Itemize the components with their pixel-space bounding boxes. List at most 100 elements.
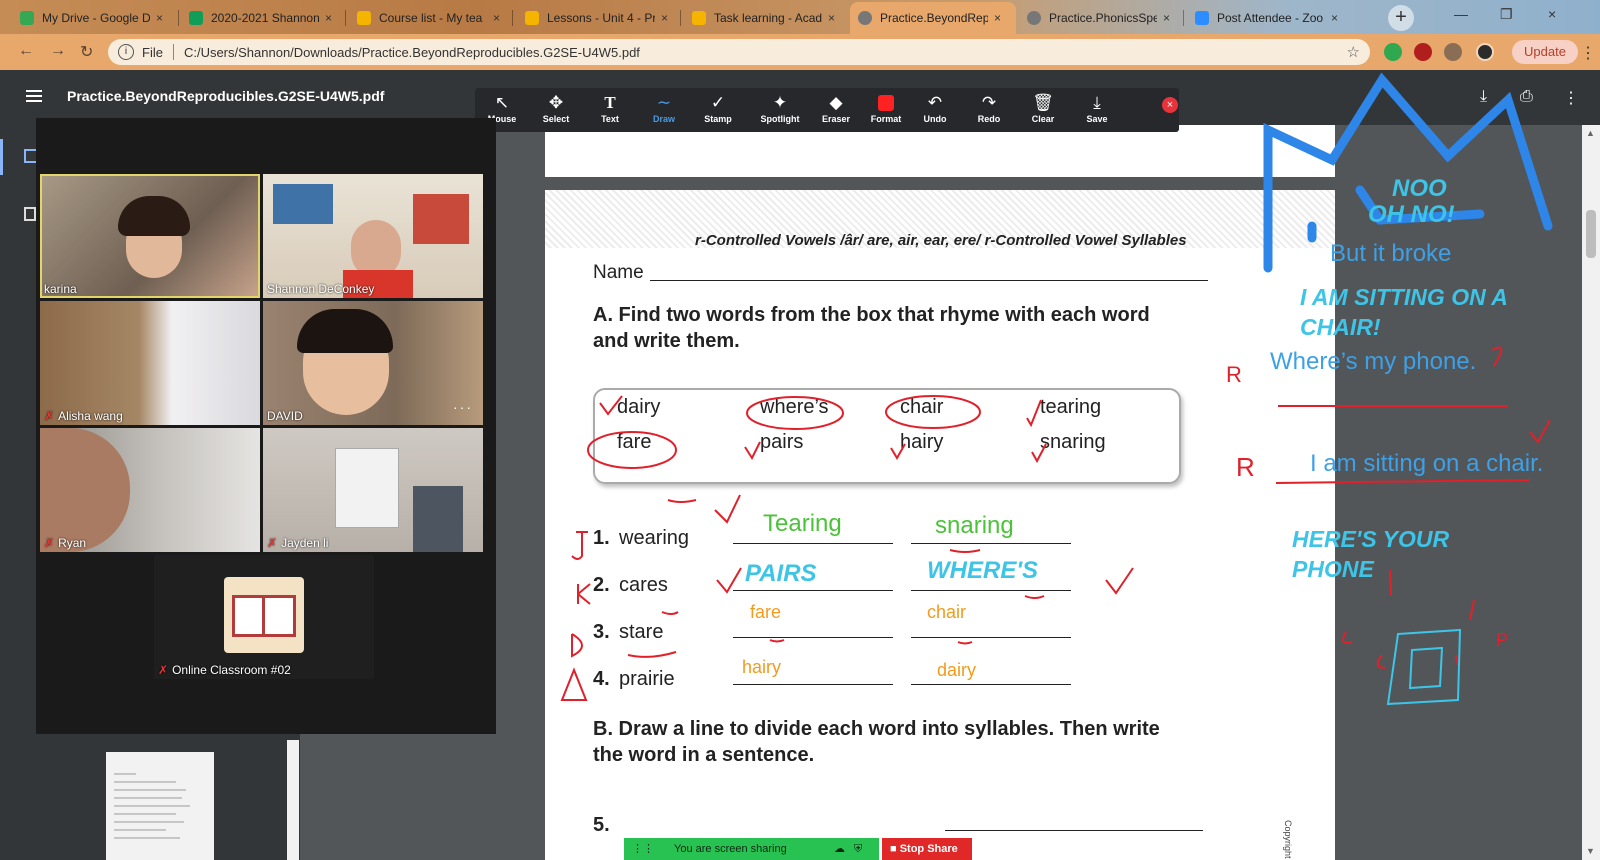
tool-redo[interactable]: ↷ Redo (962, 92, 1016, 124)
note-noo: NOO (1392, 175, 1447, 202)
pdf-scrollbar-thumb[interactable] (1586, 210, 1596, 258)
doodle-mark (1376, 654, 1387, 669)
participant-name: ✗ Online Classroom #02 (158, 663, 291, 677)
text-icon: T (604, 93, 616, 112)
muted-mic-icon: ✗ (267, 536, 278, 550)
zoom-annotate-toolbar: ↖ Mouse ✥ Select T Text ∼ Draw ✓ Stamp ✦… (475, 88, 1179, 132)
more-options-icon[interactable]: ··· (453, 399, 473, 415)
participant-hair (297, 309, 393, 353)
initial-mark (577, 583, 591, 605)
tool-label: Eraser (821, 114, 851, 124)
note-sitting-caps: I AM SITTING ON A CHAIR! (1300, 284, 1507, 340)
tool-label: Select (542, 114, 570, 124)
muted-mic-icon: ✗ (158, 663, 169, 677)
sharing-status-text: You are screen sharing (674, 843, 787, 855)
eraser-icon: ◆ (829, 93, 843, 112)
tool-label: Clear (1031, 114, 1055, 124)
check-mark (716, 567, 742, 594)
phone-drawing (1408, 646, 1444, 690)
check-mark (714, 494, 741, 524)
circle-mark (746, 396, 844, 430)
stop-share-label: Stop Share (899, 843, 958, 855)
note-oh-no: OH NO! (1368, 201, 1455, 228)
question-mark (1491, 346, 1503, 367)
close-annotate-icon[interactable]: × (1162, 97, 1178, 113)
scroll-down-icon[interactable]: ▼ (1586, 846, 1595, 856)
tool-text[interactable]: T Text (583, 92, 637, 124)
doodle-mark (1455, 654, 1459, 667)
tool-select[interactable]: ✥ Select (529, 92, 583, 124)
participant-name: ✗ Jayden li (267, 536, 329, 550)
circle-mark (587, 431, 677, 469)
stop-share-button[interactable]: ■ Stop Share (882, 838, 972, 860)
video-tile-karina[interactable]: karina (40, 174, 260, 298)
participant-name: Shannon DeConkey (267, 282, 375, 296)
doodle-mark (1342, 631, 1353, 644)
mouse-pointer-icon: ↖ (494, 93, 510, 112)
tool-undo[interactable]: ↶ Undo (908, 92, 962, 124)
cloud-icon: ☁ (834, 843, 845, 855)
note-broke: But it broke (1330, 240, 1452, 267)
checkmark-icon: ✓ (710, 93, 726, 112)
wall-poster (413, 194, 469, 244)
tool-save[interactable]: ⤓ Save (1070, 92, 1124, 124)
color-swatch-icon (878, 95, 894, 111)
check-mark (744, 441, 761, 461)
sharing-status[interactable]: ⋮⋮ You are screen sharing ☁ ⛨ (624, 838, 879, 860)
underline-mark (1024, 595, 1045, 599)
trash-icon: 🗑 (1032, 93, 1054, 112)
video-tile-online-classroom[interactable]: ✗ Online Classroom #02 (154, 555, 374, 679)
doodle-mark (1469, 599, 1475, 621)
book-icon (224, 577, 304, 653)
participant-hair (118, 196, 190, 236)
tool-label: Text (601, 114, 619, 124)
tool-draw[interactable]: ∼ Draw (637, 92, 691, 124)
initial-mark (560, 667, 588, 701)
tool-label: Draw (652, 114, 675, 124)
underline-mark (667, 499, 697, 503)
check-mark (890, 443, 906, 460)
spotlight-wand-icon: ✦ (772, 93, 788, 112)
initial-mark (571, 531, 588, 560)
check-mark (1529, 419, 1551, 444)
video-tile-alisha[interactable]: ✗ Alisha wang (40, 301, 260, 425)
clothes-rack (413, 486, 463, 552)
move-icon: ✥ (548, 93, 564, 112)
note-r-mark: R (1236, 452, 1255, 482)
note-p-mark: P (1496, 630, 1509, 650)
save-download-icon: ⤓ (1093, 93, 1101, 112)
tool-eraser[interactable]: ◆ Eraser (809, 92, 863, 124)
participant-face (40, 428, 130, 552)
underline-mark (769, 639, 785, 643)
video-tile-shannon[interactable]: Shannon DeConkey (263, 174, 483, 298)
redo-icon: ↷ (981, 93, 997, 112)
note-phone-question: Where’s my phone. (1270, 348, 1477, 375)
tool-spotlight[interactable]: ✦ Spotlight (749, 92, 811, 124)
note-sitting: I am sitting on a chair. (1310, 450, 1544, 477)
drag-handle-icon[interactable]: ⋮⋮ (632, 838, 654, 860)
participant-name: ✗ Alisha wang (44, 409, 123, 423)
video-tile-david[interactable]: DAVID ··· (263, 301, 483, 425)
video-tile-jayden[interactable]: ✗ Jayden li (263, 428, 483, 552)
tool-label: Redo (977, 114, 1001, 124)
tool-label: Save (1086, 114, 1108, 124)
note-here-phone: HERE'S YOUR PHONE (1292, 526, 1450, 582)
circle-mark (885, 395, 981, 429)
video-tile-ryan[interactable]: ✗ Ryan (40, 428, 260, 552)
scroll-up-icon[interactable]: ▲ (1586, 128, 1595, 138)
tool-label: Format (870, 114, 902, 124)
tool-clear[interactable]: 🗑 Clear (1016, 92, 1070, 124)
check-mark (1031, 443, 1047, 464)
draw-squiggle-icon: ∼ (656, 93, 672, 112)
tool-label: Undo (923, 114, 947, 124)
dresser (335, 448, 399, 528)
check-mark (1105, 567, 1134, 595)
muted-mic-icon: ✗ (44, 536, 55, 550)
muted-mic-icon: ✗ (44, 409, 55, 423)
tool-label: Stamp (704, 114, 732, 124)
underline-mark (957, 641, 973, 645)
participant-name: karina (44, 282, 77, 296)
tool-stamp[interactable]: ✓ Stamp (691, 92, 745, 124)
underline-mark (661, 611, 679, 615)
tool-format[interactable]: Format (859, 92, 913, 124)
